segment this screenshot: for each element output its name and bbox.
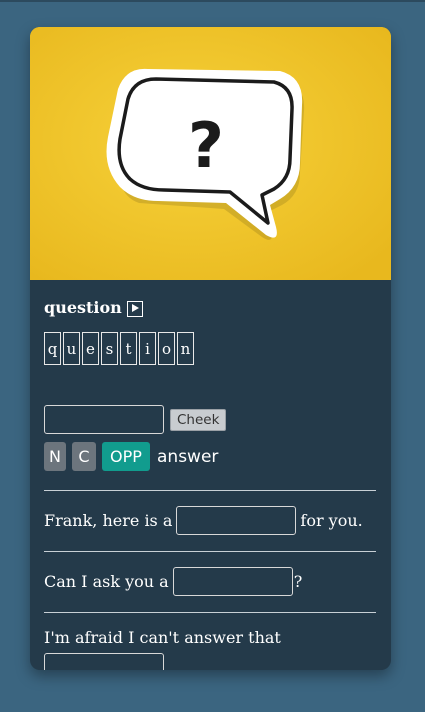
sentence-1: Frank, here is a for you. bbox=[44, 506, 363, 535]
c-button[interactable]: C bbox=[72, 442, 96, 471]
letter-tile[interactable]: o bbox=[158, 332, 175, 365]
top-border bbox=[0, 0, 425, 2]
vocab-word: question bbox=[44, 298, 122, 317]
divider bbox=[44, 490, 376, 491]
play-audio-icon[interactable] bbox=[126, 300, 143, 317]
sentence-text-before: I'm afraid I can't answer that bbox=[44, 628, 281, 647]
letter-tile[interactable]: n bbox=[177, 332, 194, 365]
check-row: Cheek bbox=[44, 405, 227, 434]
letter-tile[interactable]: q bbox=[44, 332, 61, 365]
opp-button[interactable]: OPP bbox=[102, 442, 150, 471]
hero-image: ? bbox=[30, 27, 391, 280]
letter-tile[interactable]: e bbox=[82, 332, 99, 365]
word-header: question bbox=[44, 298, 143, 317]
spelling-input[interactable] bbox=[44, 405, 164, 434]
sentence-3-line-1: I'm afraid I can't answer that bbox=[44, 628, 281, 647]
n-button[interactable]: N bbox=[44, 442, 66, 471]
sentence-blank-input[interactable] bbox=[44, 653, 164, 670]
check-button[interactable]: Cheek bbox=[170, 408, 227, 431]
divider bbox=[44, 551, 376, 552]
speech-bubble-question-icon: ? bbox=[30, 27, 391, 280]
sentence-text-after: . bbox=[165, 658, 171, 670]
letter-tiles: q u e s t i o n bbox=[44, 332, 196, 365]
sentence-blank-input[interactable] bbox=[176, 506, 297, 535]
divider bbox=[44, 612, 376, 613]
sentence-text-before: Frank, here is a bbox=[44, 511, 173, 530]
sentence-text-after: ? bbox=[293, 572, 303, 591]
sentence-blank-input[interactable] bbox=[172, 567, 293, 596]
sentence-text-before: Can I ask you a bbox=[44, 572, 169, 591]
sentence-text-after: for you. bbox=[300, 511, 363, 530]
lesson-card: ? question q u e s t i o n Cheek N C OPP… bbox=[30, 27, 391, 670]
answer-label: answer bbox=[157, 446, 219, 467]
hero-question-mark: ? bbox=[188, 109, 224, 182]
letter-tile[interactable]: s bbox=[101, 332, 118, 365]
sentence-2: Can I ask you a ? bbox=[44, 567, 302, 596]
letter-tile[interactable]: i bbox=[139, 332, 156, 365]
action-buttons: N C OPP answer bbox=[44, 442, 218, 471]
sentence-3-line-2: . bbox=[44, 653, 170, 670]
letter-tile[interactable]: u bbox=[63, 332, 80, 365]
letter-tile[interactable]: t bbox=[120, 332, 137, 365]
